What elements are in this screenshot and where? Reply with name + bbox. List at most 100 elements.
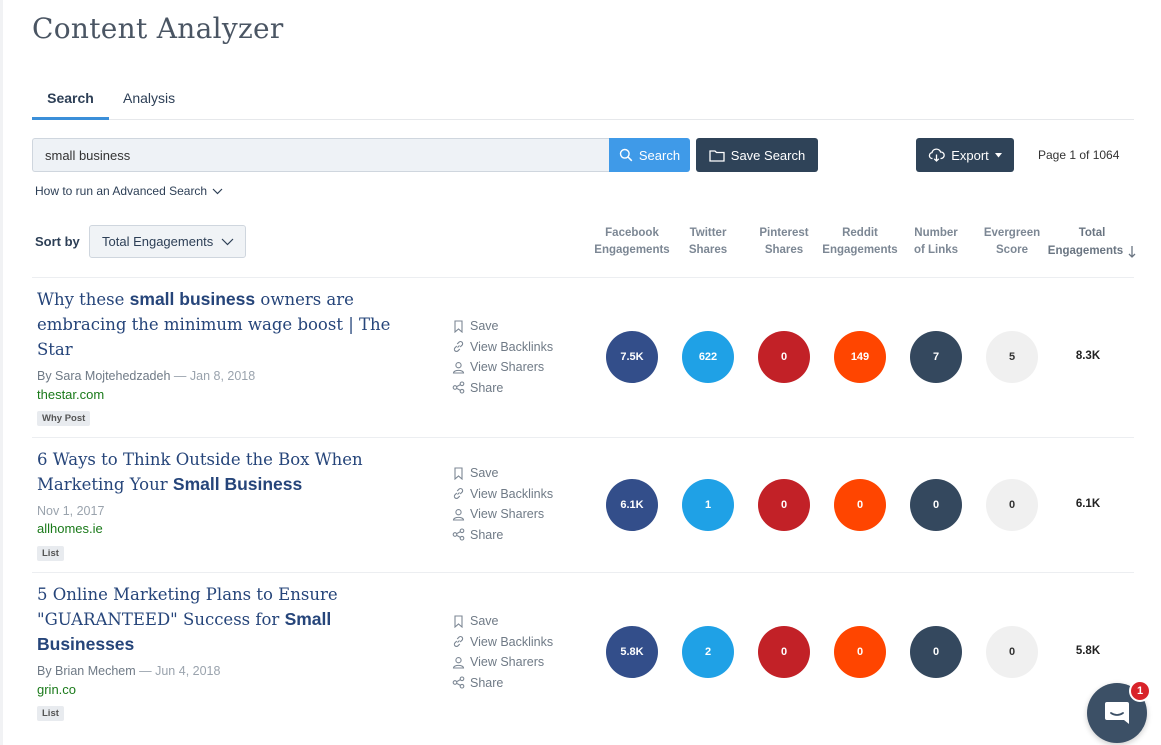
advanced-search-label: How to run an Advanced Search (35, 184, 208, 198)
link-icon (453, 488, 464, 500)
result-domain[interactable]: thestar.com (37, 387, 104, 402)
export-label: Export (951, 147, 989, 163)
save-search-button[interactable]: Save Search (696, 138, 818, 172)
twitter-shares-badge[interactable]: 622 (682, 331, 734, 383)
result-date: Jun 4, 2018 (155, 664, 221, 678)
save-label: Save (470, 614, 499, 629)
search-input[interactable] (32, 138, 609, 172)
page-title: Content Analyzer (32, 12, 284, 45)
backlinks-label: View Backlinks (470, 486, 554, 501)
share-action[interactable]: Share (452, 673, 553, 694)
sharers-label: View Sharers (470, 507, 545, 522)
title-highlight: Small Business (172, 474, 303, 494)
column-total-line2: Engagements (1047, 245, 1124, 257)
share-action[interactable]: Share (452, 525, 553, 546)
pagination-info: Page 1 of 1064 (1038, 148, 1120, 162)
save-label: Save (470, 319, 499, 334)
number-of-links-badge[interactable]: 0 (910, 626, 962, 678)
share-icon (452, 676, 465, 689)
search-button-label: Search (638, 147, 681, 163)
cloud-download-icon (929, 148, 945, 162)
save-action[interactable]: Save (452, 463, 553, 484)
number-of-links-badge[interactable]: 7 (910, 331, 962, 383)
save-search-label: Save Search (730, 147, 806, 163)
result-tag: Why Post (37, 411, 91, 426)
evergreen-score-badge: 5 (986, 331, 1038, 383)
pinterest-shares-badge[interactable]: 0 (758, 626, 810, 678)
save-label: Save (470, 466, 499, 481)
facebook-engagements-badge[interactable]: 6.1K (606, 479, 658, 531)
twitter-shares-badge[interactable]: 2 (682, 626, 734, 678)
result-meta: Nov 1, 2017 (37, 504, 104, 518)
result-date: Jan 8, 2018 (189, 369, 256, 383)
share-icon (452, 528, 465, 541)
sharers-label: View Sharers (470, 655, 545, 670)
chat-notification-badge: 1 (1129, 680, 1151, 702)
view-sharers-action[interactable]: View Sharers (452, 504, 553, 525)
view-sharers-action[interactable]: View Sharers (452, 652, 553, 673)
evergreen-score-badge: 0 (986, 626, 1038, 678)
result-row: 5 Online Marketing Plans to Ensure "GUAR… (32, 572, 1134, 732)
result-row: Why these small business owners are embr… (32, 277, 1134, 437)
total-engagements-value: 5.8K (1075, 645, 1101, 657)
reddit-engagements-badge[interactable]: 0 (834, 479, 886, 531)
reddit-engagements-badge[interactable]: 0 (834, 626, 886, 678)
sort-select[interactable]: Total Engagements (89, 225, 246, 258)
view-sharers-action[interactable]: View Sharers (452, 357, 553, 378)
result-title[interactable]: 6 Ways to Think Outside the Box When Mar… (37, 447, 417, 497)
evergreen-score-badge: 0 (986, 479, 1038, 531)
share-label: Share (470, 380, 504, 395)
result-title[interactable]: 5 Online Marketing Plans to Ensure "GUAR… (37, 582, 417, 657)
link-icon (453, 341, 464, 353)
bookmark-icon (454, 320, 463, 333)
sort-selected-value: Total Engagements (102, 234, 214, 249)
total-engagements-value: 8.3K (1075, 350, 1101, 362)
tab-bar: Search Analysis (32, 86, 1134, 120)
total-engagements-value: 6.1K (1075, 498, 1101, 510)
result-domain[interactable]: allhomes.ie (37, 521, 103, 536)
column-total-line2-wrap: Engagements (1042, 243, 1142, 260)
facebook-engagements-badge[interactable]: 5.8K (606, 626, 658, 678)
share-action[interactable]: Share (452, 378, 553, 399)
caret-down-icon (994, 152, 1002, 157)
user-icon (452, 361, 465, 374)
result-meta: By Sara Mojtehedzadeh — Jan 8, 2018 (37, 369, 255, 383)
result-actions: Save View Backlinks View Sharers Share (452, 611, 553, 693)
export-button[interactable]: Export (916, 138, 1014, 172)
number-of-links-badge[interactable]: 0 (910, 479, 962, 531)
result-title[interactable]: Why these small business owners are embr… (37, 287, 417, 362)
meta-separator: — (135, 664, 156, 678)
result-actions: Save View Backlinks View Sharers Share (452, 463, 553, 545)
sort-label: Sort by (35, 234, 80, 249)
save-action[interactable]: Save (452, 316, 553, 337)
view-backlinks-action[interactable]: View Backlinks (452, 484, 553, 505)
meta-separator: — (170, 369, 190, 383)
backlinks-label: View Backlinks (470, 339, 554, 354)
share-label: Share (470, 527, 504, 542)
view-backlinks-action[interactable]: View Backlinks (452, 337, 553, 358)
result-tag: List (37, 706, 64, 721)
result-meta: By Brian Mechem — Jun 4, 2018 (37, 664, 220, 678)
chat-icon (1105, 702, 1129, 724)
pinterest-shares-badge[interactable]: 0 (758, 479, 810, 531)
save-action[interactable]: Save (452, 611, 553, 632)
user-icon (452, 508, 465, 521)
search-icon (619, 148, 633, 162)
facebook-engagements-badge[interactable]: 7.5K (606, 331, 658, 383)
advanced-search-link[interactable]: How to run an Advanced Search (35, 184, 223, 198)
title-text: Why these (37, 290, 130, 309)
tab-analysis[interactable]: Analysis (123, 90, 175, 120)
bookmark-icon (454, 467, 463, 480)
title-highlight: small business (129, 289, 256, 309)
column-total-engagements[interactable]: Total Engagements (1042, 225, 1142, 260)
column-total-line1: Total (1078, 227, 1106, 239)
left-edge-divider (0, 0, 3, 745)
twitter-shares-badge[interactable]: 1 (682, 479, 734, 531)
search-button[interactable]: Search (609, 138, 690, 172)
result-date: Nov 1, 2017 (37, 504, 105, 518)
view-backlinks-action[interactable]: View Backlinks (452, 632, 553, 653)
pinterest-shares-badge[interactable]: 0 (758, 331, 810, 383)
result-domain[interactable]: grin.co (37, 682, 76, 697)
reddit-engagements-badge[interactable]: 149 (834, 331, 886, 383)
tab-search[interactable]: Search (32, 90, 109, 120)
